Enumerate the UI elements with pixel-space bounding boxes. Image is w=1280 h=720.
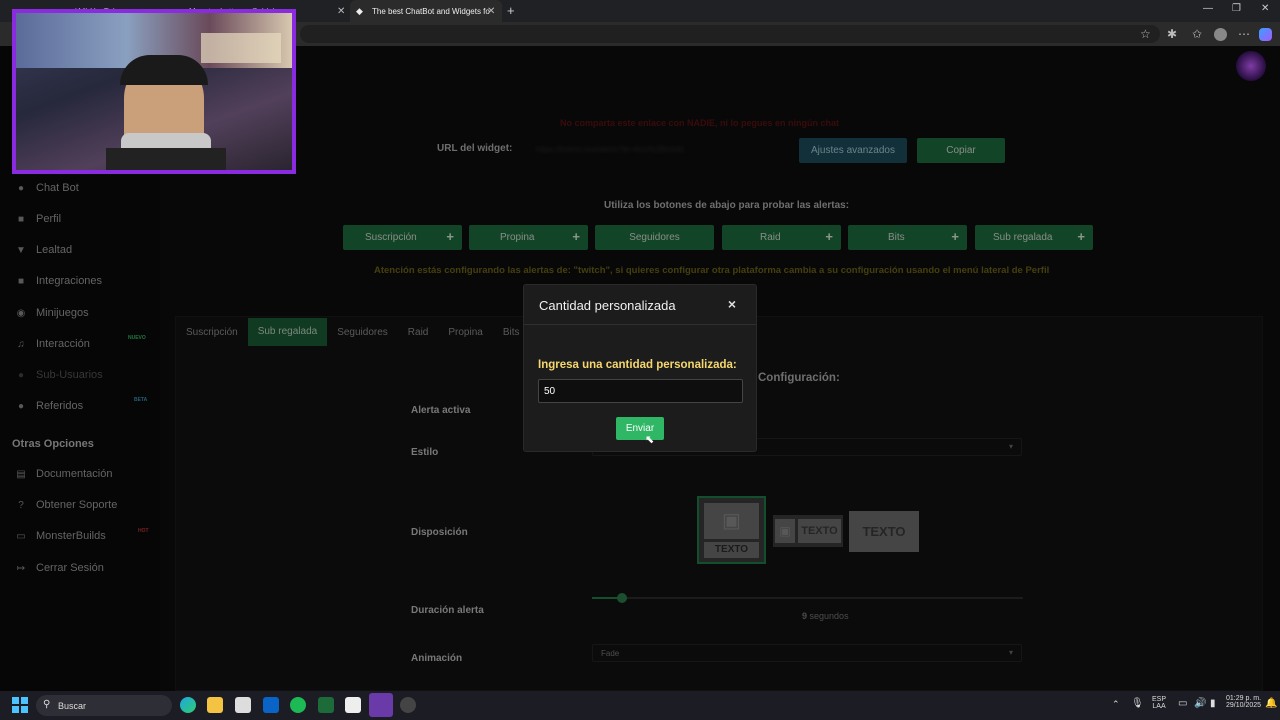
network-icon[interactable]: ▭ — [1178, 698, 1187, 709]
search-placeholder: Buscar — [58, 700, 87, 711]
webcam-shelf-light — [201, 33, 281, 63]
copilot-icon[interactable] — [1259, 28, 1272, 41]
microphone-icon[interactable]: 🎙 — [1131, 698, 1144, 709]
volume-icon[interactable]: 🔊 — [1194, 698, 1206, 709]
more-menu-icon[interactable]: ⋯ — [1238, 27, 1250, 41]
search-icon: ⚲ — [43, 699, 51, 710]
site-favicon-icon: ◆ — [356, 5, 363, 16]
language-indicator[interactable]: ESP LAA — [1152, 696, 1166, 710]
modal-title: Cantidad personalizada — [539, 298, 676, 313]
modal-header: Cantidad personalizada × — [524, 285, 756, 325]
file-explorer-icon[interactable] — [207, 697, 223, 713]
custom-amount-label: Ingresa una cantidad personalizada: — [538, 359, 737, 371]
clock-time: 01:29 p. m. — [1226, 695, 1262, 702]
notification-bell-icon[interactable]: 🔔 — [1265, 698, 1277, 709]
language-code: ESP — [1152, 696, 1167, 703]
capcut-icon[interactable] — [345, 697, 361, 713]
windows-start-icon[interactable] — [12, 697, 28, 713]
custom-amount-input[interactable] — [538, 379, 743, 403]
discord-icon[interactable] — [369, 693, 393, 717]
favorite-star-icon[interactable]: ☆ — [1140, 27, 1151, 41]
obs-icon[interactable] — [400, 697, 416, 713]
browser-tab-active[interactable]: ◆ The best ChatBot and Widgets fo ✕ — [350, 0, 502, 22]
clock[interactable]: 01:29 p. m. 29/10/2025 — [1226, 695, 1261, 709]
excel-icon[interactable] — [318, 697, 334, 713]
clock-date: 29/10/2025 — [1226, 702, 1262, 709]
store-icon[interactable] — [235, 697, 251, 713]
minimize-icon[interactable]: — — [1203, 3, 1213, 14]
webcam-person-body — [106, 148, 226, 170]
extensions-icon[interactable]: ✱ — [1167, 27, 1177, 41]
webcam-person-cap — [120, 55, 208, 85]
maximize-icon[interactable]: ❐ — [1232, 3, 1241, 14]
profile-avatar[interactable] — [1214, 28, 1227, 41]
keyboard-layout: LAA — [1152, 703, 1166, 710]
spotify-icon[interactable] — [290, 697, 306, 713]
edge-icon[interactable] — [180, 697, 196, 713]
taskbar-search[interactable]: ⚲ Buscar — [36, 695, 172, 716]
url-field[interactable] — [300, 25, 1160, 43]
webcam-overlay — [12, 9, 296, 174]
new-tab-button[interactable]: + — [507, 3, 515, 18]
tray-chevron-up-icon[interactable]: ⌃ — [1112, 699, 1120, 710]
submit-button[interactable]: Enviar — [616, 417, 664, 440]
close-window-icon[interactable]: ✕ — [1261, 3, 1269, 14]
tab-title: The best ChatBot and Widgets fo — [372, 6, 490, 16]
battery-icon[interactable]: ▮ — [1210, 698, 1216, 709]
outlook-icon[interactable] — [263, 697, 279, 713]
close-tab-icon[interactable]: ✕ — [337, 6, 345, 17]
custom-amount-modal: Cantidad personalizada × Ingresa una can… — [523, 284, 757, 452]
mouse-cursor-icon: ⬉ — [645, 434, 655, 446]
taskbar: ⚲ Buscar ⌃ 🎙 ESP LAA ▭ 🔊 ▮ 01:29 p. m. 2… — [0, 691, 1280, 720]
close-tab-icon[interactable]: ✕ — [487, 6, 495, 17]
favorites-icon[interactable]: ✩ — [1192, 27, 1202, 41]
close-icon[interactable]: × — [728, 296, 736, 312]
